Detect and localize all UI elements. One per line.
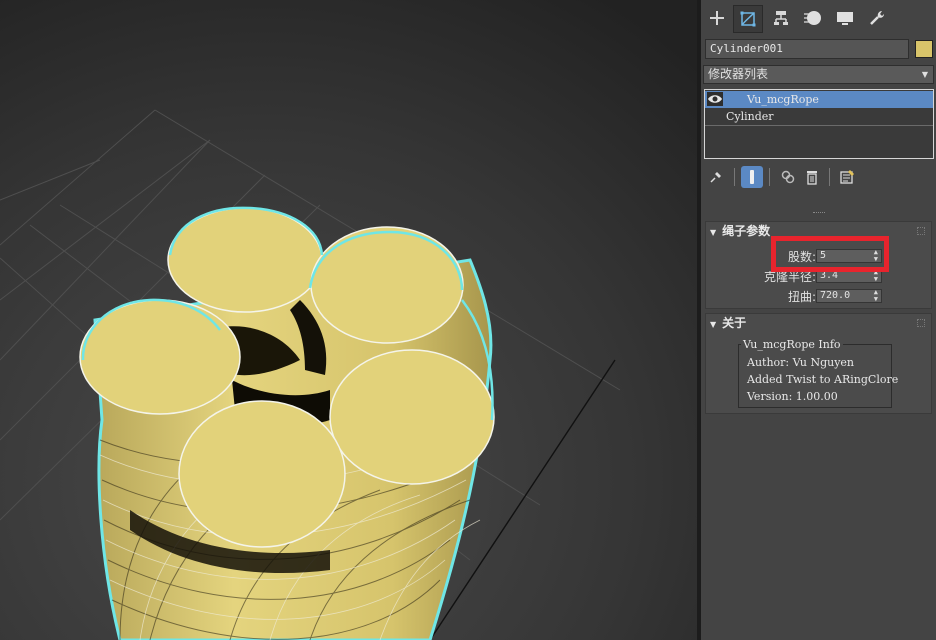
stack-item-label: Vu_mcgRope [747, 93, 819, 106]
modifier-stack[interactable]: Vu_mcgRope Cylinder [704, 89, 934, 159]
create-tab[interactable] [703, 5, 731, 31]
create-icon [710, 11, 724, 25]
spinner-arrows-icon[interactable]: ▲ ▼ [874, 289, 878, 303]
hierarchy-icon [774, 11, 788, 25]
hierarchy-tab[interactable] [767, 5, 795, 31]
configure-icon [840, 170, 854, 184]
remove-modifier-button[interactable] [801, 166, 823, 188]
rope-params-header[interactable]: ▼ 绳子参数 [706, 222, 770, 240]
pin-icon [710, 172, 721, 183]
object-color-swatch[interactable] [915, 40, 933, 58]
viewport-canvas[interactable] [0, 0, 697, 640]
toolbar-separator [829, 168, 830, 186]
perspective-viewport[interactable] [0, 0, 697, 640]
modifier-list-dropdown[interactable]: 修改器列表 ▼ [703, 65, 934, 84]
eye-icon[interactable] [707, 92, 723, 106]
collapse-icon: ▼ [710, 228, 717, 237]
pin-stack-button[interactable] [705, 166, 727, 188]
configure-modifier-sets-button[interactable] [836, 166, 858, 188]
stack-toolbar [701, 164, 936, 190]
info-added: Added Twist to ARingClore [747, 373, 899, 386]
trash-icon [807, 171, 817, 185]
modify-icon [740, 11, 756, 27]
motion-icon [804, 11, 821, 25]
rollout-grip-icon[interactable] [917, 227, 925, 235]
about-title: 关于 [722, 316, 747, 330]
stack-item-cylinder[interactable]: Cylinder [705, 108, 933, 126]
command-panel-tabs [701, 0, 936, 36]
chevron-down-icon: ▼ [921, 70, 928, 79]
display-tab[interactable] [831, 5, 859, 31]
twist-spinner[interactable]: 720.0 ▲ ▼ [816, 289, 882, 303]
rope-params-title: 绳子参数 [722, 224, 771, 238]
modify-tab[interactable] [733, 5, 763, 33]
make-unique-icon [781, 170, 795, 184]
annotation-highlight-box [771, 236, 889, 272]
stack-item-label: Cylinder [726, 110, 774, 123]
modifier-list-label: 修改器列表 [708, 67, 769, 81]
twist-value: 720.0 [820, 290, 851, 301]
utilities-icon [870, 11, 884, 25]
rollout-grip-icon[interactable] [917, 319, 925, 327]
end-result-icon [750, 170, 754, 184]
info-version: Version: 1.00.00 [747, 390, 838, 403]
show-end-result-button[interactable] [741, 166, 763, 188]
twist-label: 扭曲: [787, 290, 816, 304]
toolbar-separator [734, 168, 735, 186]
object-name-field[interactable]: Cylinder001 [705, 39, 909, 59]
info-author: Author: Vu Nguyen [747, 356, 854, 369]
collapse-icon: ▼ [710, 320, 717, 329]
about-header[interactable]: ▼ 关于 [706, 314, 746, 332]
utilities-tab[interactable] [863, 5, 891, 31]
make-unique-button[interactable] [777, 166, 799, 188]
command-panel: Cylinder001 修改器列表 ▼ Vu_mcgRope Cylinder [701, 0, 936, 640]
info-group-title: Vu_mcgRope Info [741, 338, 843, 351]
display-icon [837, 12, 853, 25]
panel-divider-grip[interactable] [813, 212, 825, 215]
motion-tab[interactable] [799, 5, 827, 31]
toolbar-separator [769, 168, 770, 186]
stack-item-vu-mcgrope[interactable]: Vu_mcgRope [705, 91, 933, 108]
